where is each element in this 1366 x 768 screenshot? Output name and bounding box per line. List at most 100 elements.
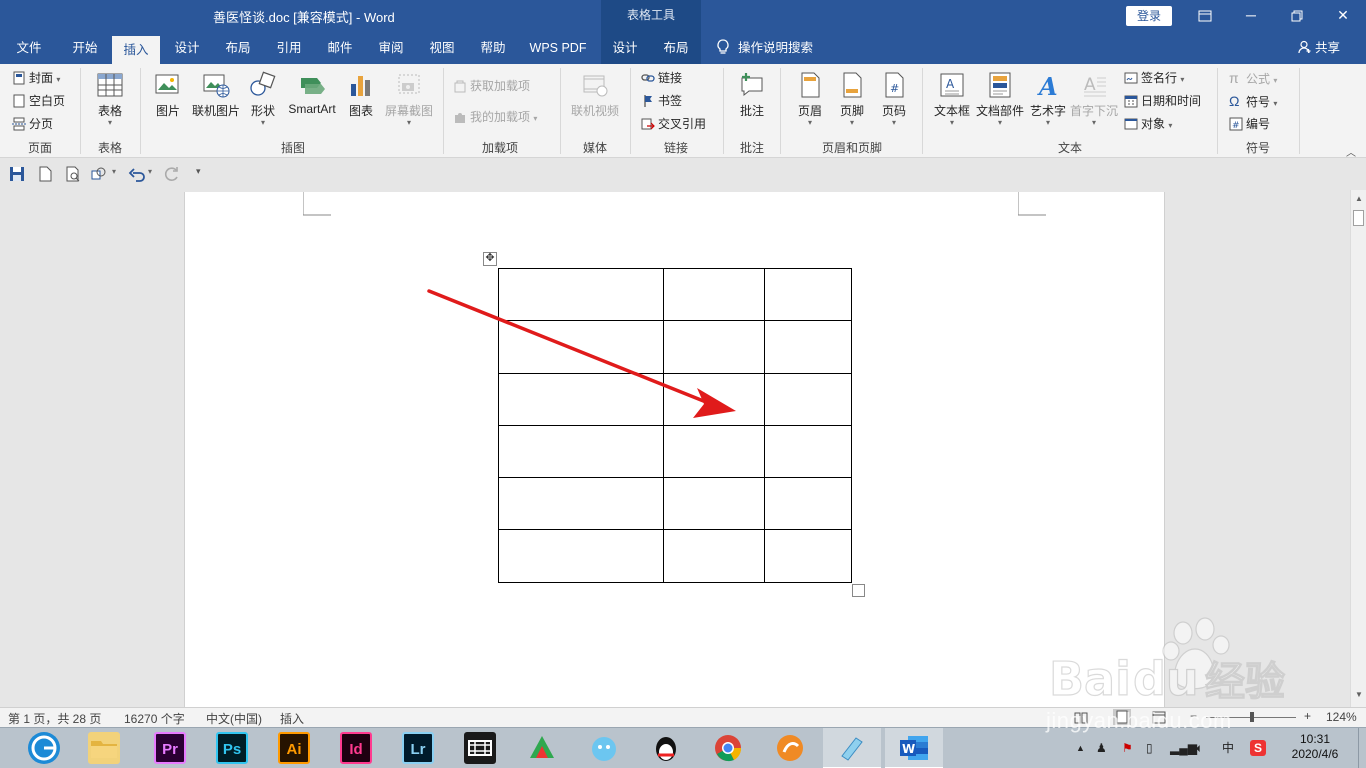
zoom-in-icon[interactable]: +: [1304, 709, 1311, 723]
undo-icon[interactable]: [128, 165, 146, 183]
zoom-out-icon[interactable]: −: [1190, 709, 1197, 723]
tell-me-search[interactable]: 操作说明搜索: [716, 32, 813, 64]
smartart-button[interactable]: SmartArt: [284, 70, 340, 116]
tab-view[interactable]: 视图: [419, 32, 465, 64]
premiere-icon[interactable]: Pr: [154, 732, 186, 764]
clock[interactable]: 10:31 2020/4/6: [1290, 732, 1340, 762]
lightroom-icon[interactable]: Lr: [402, 732, 434, 764]
blank-page-button[interactable]: 空白页: [12, 91, 65, 111]
page-break-button[interactable]: 分页: [12, 114, 53, 134]
minimize-button[interactable]: ─: [1228, 0, 1274, 32]
customize-qat-icon[interactable]: ▾: [196, 166, 201, 177]
device-tray-icon[interactable]: ▯: [1146, 728, 1153, 768]
security-tray-icon[interactable]: ⚑: [1122, 728, 1133, 768]
cross-reference-button[interactable]: 交叉引用: [641, 114, 706, 134]
photoshop-icon[interactable]: Ps: [216, 732, 248, 764]
tab-mailings[interactable]: 邮件: [317, 32, 363, 64]
insert-mode-status[interactable]: 插入: [280, 710, 304, 727]
show-hidden-icons[interactable]: ▲: [1076, 728, 1085, 768]
draw-shape-icon[interactable]: [90, 165, 108, 183]
tab-home[interactable]: 开始: [62, 32, 108, 64]
read-mode-icon[interactable]: [1074, 711, 1088, 724]
link-button[interactable]: 链接: [641, 68, 682, 88]
tab-file[interactable]: 文件: [8, 32, 50, 64]
chrome-icon[interactable]: [712, 732, 744, 764]
network-icon[interactable]: ▂▄▆: [1170, 728, 1197, 768]
volume-icon[interactable]: 🔈︎: [1196, 728, 1203, 768]
paint-app-icon[interactable]: [526, 732, 558, 764]
scroll-down-icon[interactable]: ▼: [1354, 690, 1364, 700]
chevron-down-icon[interactable]: ▾: [148, 167, 152, 176]
word-count-status[interactable]: 16270 个字: [124, 710, 185, 727]
save-icon[interactable]: [8, 165, 26, 183]
wordart-button[interactable]: A 艺术字 ▾: [1028, 70, 1068, 127]
video-player-icon[interactable]: [464, 732, 496, 764]
zoom-slider-thumb[interactable]: [1250, 712, 1254, 722]
tab-help[interactable]: 帮助: [470, 32, 516, 64]
date-time-button[interactable]: 日期和时间: [1124, 91, 1201, 111]
scroll-up-icon[interactable]: ▲: [1354, 194, 1364, 204]
page-number-button[interactable]: # 页码 ▾: [874, 70, 914, 127]
online-video-button[interactable]: 联机视频: [566, 70, 624, 119]
signature-line-button[interactable]: 签名行 ▾: [1124, 68, 1184, 88]
ribbon-display-options-icon[interactable]: [1182, 0, 1228, 32]
sogou-input-icon[interactable]: S: [1250, 740, 1266, 756]
page-count-status[interactable]: 第 1 页，共 28 页: [8, 710, 101, 727]
tab-table-layout[interactable]: 布局: [654, 32, 698, 64]
equation-button[interactable]: π 公式 ▾: [1229, 68, 1277, 88]
cover-page-button[interactable]: 封面 ▾: [12, 68, 60, 88]
object-button[interactable]: 对象 ▾: [1124, 114, 1172, 134]
tab-table-design[interactable]: 设计: [603, 32, 647, 64]
footer-button[interactable]: 页脚 ▾: [832, 70, 872, 127]
document-area[interactable]: ✥: [0, 190, 1350, 707]
word-app-icon[interactable]: W: [898, 732, 930, 764]
language-status[interactable]: 中文(中国): [206, 710, 262, 727]
print-layout-icon[interactable]: [1113, 709, 1131, 725]
zoom-level[interactable]: 124%: [1326, 710, 1357, 724]
qq-icon[interactable]: [650, 732, 682, 764]
bookmark-button[interactable]: 书签: [641, 91, 682, 111]
ime-indicator[interactable]: 中: [1222, 728, 1234, 768]
web-layout-icon[interactable]: [1152, 711, 1166, 724]
chart-button[interactable]: 图表: [344, 70, 378, 119]
notepad-app-icon[interactable]: [836, 732, 868, 764]
scrollbar-thumb[interactable]: [1353, 210, 1364, 226]
media-app-icon[interactable]: [774, 732, 806, 764]
tab-design[interactable]: 设计: [164, 32, 210, 64]
text-box-button[interactable]: A 文本框 ▾: [930, 70, 974, 127]
vertical-scrollbar[interactable]: ▲ ▼: [1350, 190, 1366, 707]
picture-button[interactable]: 图片: [150, 70, 186, 119]
table-button[interactable]: 表格 ▾: [88, 70, 132, 127]
online-picture-button[interactable]: 联机图片: [190, 70, 242, 119]
numbering-button[interactable]: # 编号: [1229, 114, 1270, 134]
login-button[interactable]: 登录: [1126, 6, 1172, 26]
collapse-ribbon-icon[interactable]: ︿: [1346, 144, 1356, 159]
tab-insert[interactable]: 插入: [112, 36, 160, 64]
chat-app-icon[interactable]: [588, 732, 620, 764]
redo-icon[interactable]: [163, 165, 181, 183]
qq-tray-icon[interactable]: ♟: [1096, 728, 1107, 768]
tab-review[interactable]: 审阅: [368, 32, 414, 64]
close-button[interactable]: ✕: [1320, 0, 1366, 32]
illustrator-icon[interactable]: Ai: [278, 732, 310, 764]
drop-cap-button[interactable]: A 首字下沉 ▾: [1068, 70, 1120, 127]
tab-layout[interactable]: 布局: [215, 32, 261, 64]
print-preview-icon[interactable]: [64, 165, 82, 183]
new-document-icon[interactable]: [36, 165, 54, 183]
file-explorer-icon[interactable]: [88, 732, 120, 764]
chevron-down-icon[interactable]: ▾: [112, 167, 116, 176]
symbol-button[interactable]: Ω 符号 ▾: [1229, 91, 1277, 111]
tab-references[interactable]: 引用: [266, 32, 312, 64]
tab-wps-pdf[interactable]: WPS PDF: [524, 32, 592, 64]
quick-parts-button[interactable]: 文档部件 ▾: [974, 70, 1026, 127]
share-button[interactable]: 共享: [1298, 32, 1340, 64]
get-addins-button[interactable]: 获取加载项: [453, 76, 530, 96]
new-comment-button[interactable]: 批注: [732, 70, 772, 119]
show-desktop-button[interactable]: [1358, 728, 1366, 768]
my-addins-button[interactable]: 我的加载项 ▾: [453, 107, 537, 127]
indesign-icon[interactable]: Id: [340, 732, 372, 764]
restore-button[interactable]: [1274, 0, 1320, 32]
browser-icon[interactable]: [28, 732, 60, 764]
shapes-button[interactable]: 形状 ▾: [246, 70, 280, 127]
header-button[interactable]: 页眉 ▾: [790, 70, 830, 127]
